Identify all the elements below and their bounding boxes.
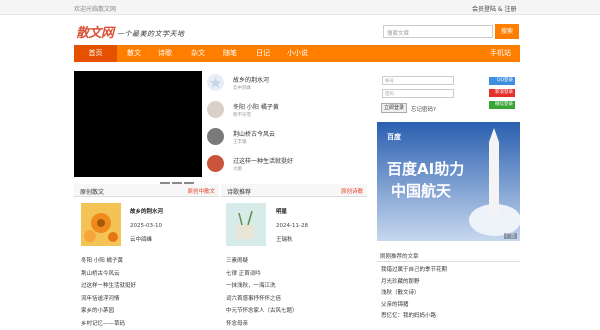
article-author: 王丰锡: [233, 139, 247, 145]
star-icon: [207, 74, 224, 91]
list-item[interactable]: 中元节怀念家人（古风七题）: [226, 305, 298, 318]
prose-list: 冬阳 小阳 橘子黄 荆山桥古今风云 过这样一种生活就挺好 流年恬谧浮河情 家乡的…: [81, 255, 136, 330]
list-item[interactable]: 我错过属于自己的季节花期: [381, 265, 447, 277]
flower-icon: [81, 203, 121, 246]
list-item[interactable]: 过这样一种生活就挺好 大鹏: [207, 154, 367, 181]
avatar: [207, 155, 224, 172]
list-item[interactable]: 三素闹疑: [226, 255, 298, 268]
more-link[interactable]: 原创诗歌: [341, 187, 363, 195]
hot-articles: 故乡的荆水河 云中鸽峰 冬阳 小阳 橘子黄 蔡不乐雪 荆山桥古今风云 王丰锡 过…: [207, 73, 367, 181]
list-item[interactable]: 七律 正首词吟: [226, 268, 298, 281]
featured-image[interactable]: [226, 203, 266, 246]
prose-panel-header: 原创散文 原创中散文: [74, 184, 219, 197]
featured-date: 2025-03-10: [130, 223, 162, 229]
featured-date: 2024-11-28: [276, 223, 308, 229]
list-item[interactable]: 思忆忆：我的妈妈小路: [381, 311, 447, 323]
list-item[interactable]: 过这样一种生活就挺好: [81, 280, 136, 293]
nav-fiction[interactable]: 小小说: [287, 45, 308, 62]
login-register-link[interactable]: 会员登陆 & 注册: [472, 4, 517, 13]
top-bar: 欢迎光临散文网 会员登陆 & 注册: [0, 0, 600, 15]
nav-mobile[interactable]: 手机站: [490, 45, 511, 62]
weibo-login-button[interactable]: 新浪登录: [489, 89, 515, 97]
list-item[interactable]: 家乡的小茅园: [81, 305, 136, 318]
list-item[interactable]: 浅秋（散文诗）: [381, 288, 447, 300]
list-item[interactable]: 荆山桥古今风云 王丰锡: [207, 127, 367, 154]
list-item[interactable]: 怀念母亲: [226, 318, 298, 330]
article-title: 荆山桥古今风云: [233, 129, 275, 138]
login-button[interactable]: 立即登录: [381, 103, 407, 113]
list-item[interactable]: 一抹浅秋，一海江洗: [226, 280, 298, 293]
pot-icon: [226, 203, 266, 246]
list-item[interactable]: 冬阳 小阳 橘子黄: [81, 255, 136, 268]
nav-diary[interactable]: 日记: [256, 45, 270, 62]
carousel-video[interactable]: [74, 71, 202, 177]
more-link[interactable]: 原创中散文: [187, 187, 215, 195]
site-logo[interactable]: 散文网: [76, 22, 114, 41]
poem-panel-header: 诗歌推荐 原创诗歌: [221, 184, 367, 197]
welcome-text: 欢迎光临散文网: [74, 4, 116, 13]
article-title: 故乡的荆水河: [233, 75, 269, 84]
nav-prose[interactable]: 散文: [127, 45, 141, 62]
nav-notes[interactable]: 随笔: [223, 45, 237, 62]
poem-list: 三素闹疑 七律 正首词吟 一抹浅秋，一海江洗 词六首感事抒怀怀之倍 中元节怀念家…: [226, 255, 298, 330]
main-nav: 首页 散文 诗歌 杂文 随笔 日记 小小说 手机站: [74, 45, 520, 62]
search-button[interactable]: 搜索: [495, 24, 519, 39]
qq-login-button[interactable]: QQ登录: [489, 77, 515, 85]
article-title: 过这样一种生活就挺好: [233, 156, 293, 165]
site-slogan: 一个最美的文学天地: [117, 29, 185, 39]
featured-author: 王瑞秋: [276, 235, 293, 243]
ad-brand: 百度: [387, 132, 401, 142]
list-item[interactable]: 冬阳 小阳 橘子黄 蔡不乐雪: [207, 100, 367, 127]
list-item[interactable]: 故乡的荆水河 云中鸽峰: [207, 73, 367, 100]
ad-tag: 广告: [504, 233, 517, 239]
nav-home[interactable]: 首页: [74, 45, 117, 62]
password-field[interactable]: 密码: [382, 89, 454, 98]
featured-image[interactable]: [81, 203, 121, 246]
featured-title[interactable]: 故乡的荆水河: [130, 207, 163, 215]
list-item[interactable]: 荆山桥古今风云: [81, 268, 136, 281]
article-author: 蔡不乐雪: [233, 112, 251, 118]
list-item[interactable]: 词六首感事抒怀怀之倍: [226, 293, 298, 306]
avatar: [207, 101, 224, 118]
article-author: 云中鸽峰: [233, 85, 251, 91]
list-item[interactable]: 流年恬谧浮河情: [81, 293, 136, 306]
panel-title: 原创散文: [80, 187, 104, 196]
article-author: 大鹏: [233, 166, 242, 172]
forgot-password-link[interactable]: 忘记密码?: [411, 105, 436, 113]
nav-poem[interactable]: 诗歌: [158, 45, 172, 62]
panel-title: 诗歌推荐: [227, 187, 251, 196]
panel-title: 刚刚推荐的文章: [380, 254, 419, 260]
ad-line1: 百度AI助力: [387, 158, 464, 179]
article-title: 冬阳 小阳 橘子黄: [233, 102, 279, 111]
list-item[interactable]: 月光珍藏的那野: [381, 277, 447, 289]
featured-title[interactable]: 明星: [276, 207, 287, 215]
list-item[interactable]: 父亲的锦猪: [381, 300, 447, 312]
side-panel-header: 刚刚推荐的文章: [377, 249, 520, 262]
wechat-login-button[interactable]: 微信登录: [489, 101, 515, 109]
avatar: [207, 128, 224, 145]
ad-banner[interactable]: 百度 百度AI助力 中国航天 广告: [377, 122, 520, 241]
nav-essay[interactable]: 杂文: [191, 45, 205, 62]
ad-line2: 中国航天: [391, 180, 451, 201]
list-item[interactable]: 乡村记忆——草码: [81, 318, 136, 330]
search-input[interactable]: 搜索文章: [383, 25, 493, 38]
side-list: 我错过属于自己的季节花期 月光珍藏的那野 浅秋（散文诗） 父亲的锦猪 思忆忆：我…: [381, 265, 447, 323]
username-field[interactable]: 帐号: [382, 76, 454, 85]
featured-author: 云中鸽峰: [130, 235, 152, 243]
avatar: [207, 74, 224, 91]
